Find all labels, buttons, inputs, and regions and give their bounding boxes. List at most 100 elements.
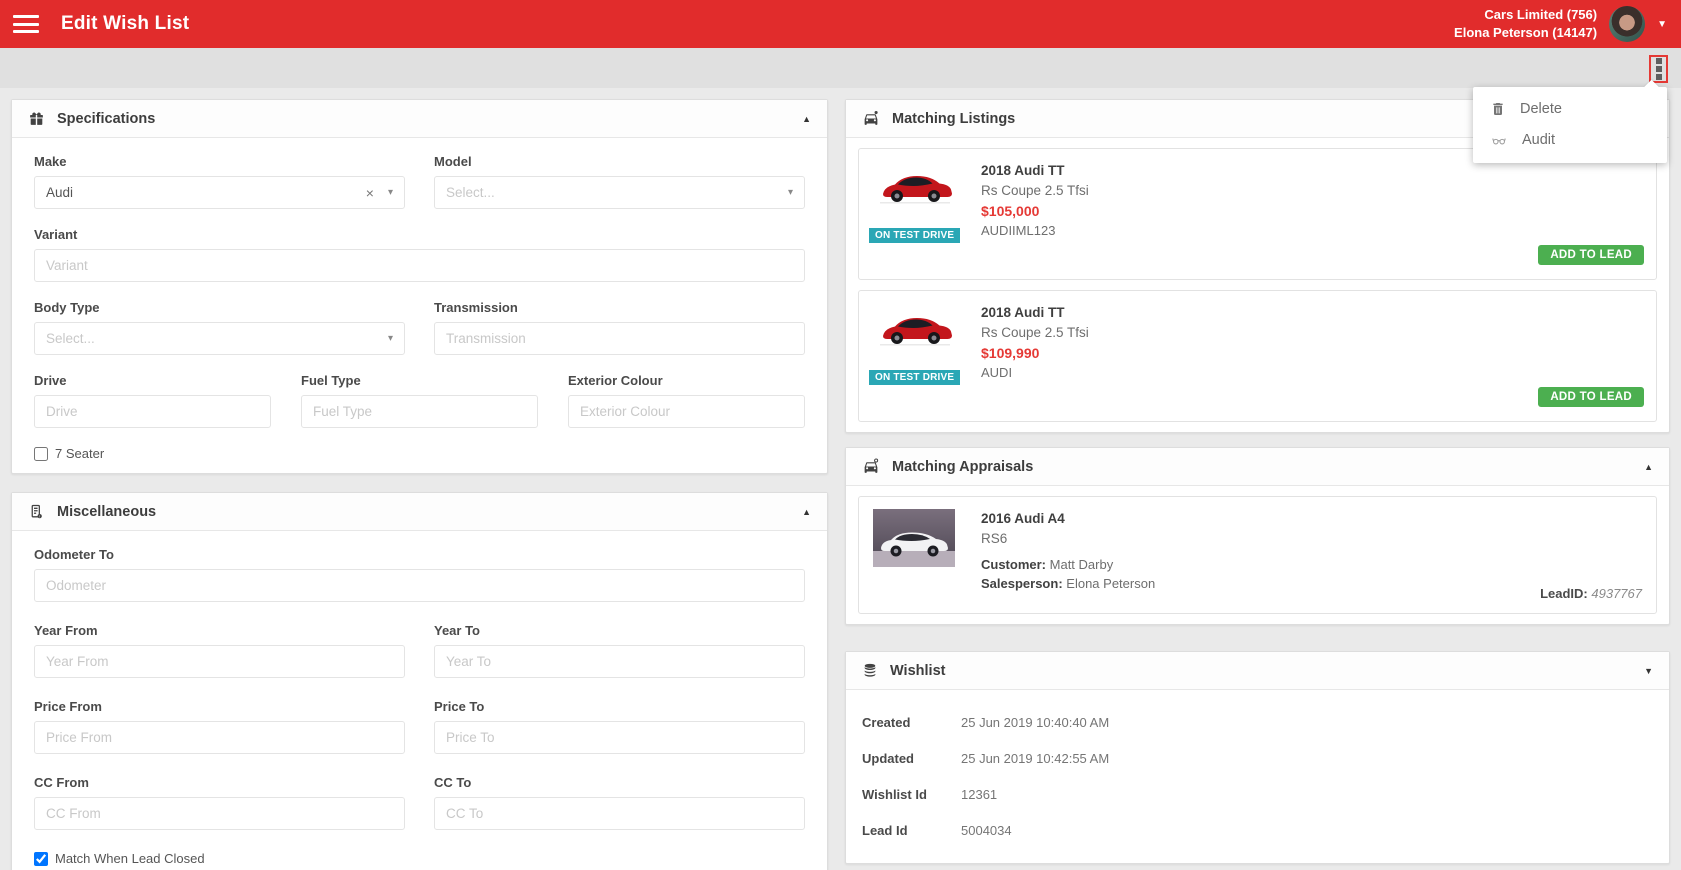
match-when-lead-closed-checkbox[interactable] (34, 851, 48, 866)
right-column: Matching Listings ON TEST DRIVE 2018 Aud… (845, 99, 1670, 864)
match-when-lead-closed-label: Match When Lead Closed (55, 851, 205, 866)
menu-item-label: Audit (1522, 131, 1556, 148)
body-type-placeholder: Select... (46, 331, 95, 346)
gift-icon (30, 112, 43, 125)
account-name: Cars Limited (756) (1484, 7, 1598, 22)
make-select[interactable]: Audi × ▾ (34, 176, 405, 209)
wishlist-row-value: 12361 (961, 786, 998, 802)
glasses-icon (1492, 137, 1506, 144)
collapse-down-icon[interactable]: ▼ (1644, 666, 1653, 676)
drive-input[interactable] (34, 395, 271, 428)
price-to-label: Price To (434, 699, 485, 714)
year-from-input[interactable] (34, 645, 405, 678)
make-label: Make (34, 154, 67, 169)
on-test-drive-badge: ON TEST DRIVE (869, 228, 961, 243)
exterior-colour-label: Exterior Colour (568, 373, 663, 388)
wishlist-row-value: 5004034 (961, 822, 1012, 838)
wishlist-panel: Wishlist ▼ Created 25 Jun 2019 10:40:40 … (845, 651, 1670, 864)
listing-title: 2018 Audi TT (981, 163, 1065, 178)
more-options-button[interactable] (1649, 55, 1668, 83)
clear-icon[interactable]: × (366, 185, 374, 201)
wishlist-panel-header[interactable]: Wishlist ▼ (846, 652, 1669, 690)
user-block: Cars Limited (756) Elona Peterson (14147… (1454, 6, 1681, 42)
toolbar (0, 48, 1681, 88)
miscellaneous-panel-header[interactable]: i Miscellaneous ▲ (12, 493, 827, 531)
dropdown-caret-icon[interactable]: ▾ (388, 333, 393, 344)
panel-title: Matching Appraisals (892, 458, 1034, 475)
specifications-panel-header[interactable]: Specifications ▲ (12, 100, 827, 138)
listing-subtitle: Rs Coupe 2.5 Tfsi (981, 183, 1089, 198)
listing-stock-code: AUDIIML123 (981, 223, 1056, 238)
listing-card: ON TEST DRIVE 2018 Audi TT Rs Coupe 2.5 … (858, 290, 1657, 422)
variant-label: Variant (34, 227, 78, 242)
make-value: Audi (46, 185, 74, 200)
transmission-input[interactable] (434, 322, 805, 355)
year-to-input[interactable] (434, 645, 805, 678)
user-avatar[interactable] (1609, 6, 1646, 42)
add-to-lead-button[interactable]: ADD TO LEAD (1538, 245, 1644, 265)
add-to-lead-button[interactable]: ADD TO LEAD (1538, 387, 1644, 407)
seven-seater-checkbox[interactable] (34, 446, 48, 461)
listing-photo[interactable] (873, 303, 955, 355)
wishlist-stack-icon (864, 663, 876, 677)
matching-appraisals-panel-header[interactable]: Matching Appraisals ▲ (846, 448, 1669, 486)
transmission-label: Transmission (434, 300, 518, 315)
listing-price: $105,000 (981, 203, 1040, 219)
panel-title: Miscellaneous (57, 503, 157, 520)
cc-from-label: CC From (34, 775, 89, 790)
dropdown-caret-icon[interactable]: ▾ (388, 187, 393, 198)
wishlist-row-label: Wishlist Id (862, 786, 927, 802)
model-select[interactable]: Select... ▾ (434, 176, 805, 209)
collapse-up-icon[interactable]: ▲ (802, 507, 811, 517)
context-menu: Delete Audit (1473, 79, 1667, 163)
trash-icon (1493, 102, 1503, 115)
cc-from-input[interactable] (34, 797, 405, 830)
year-from-label: Year From (34, 623, 98, 638)
fuel-type-label: Fuel Type (301, 373, 361, 388)
dropdown-caret-icon[interactable]: ▾ (788, 187, 793, 198)
seven-seater-option: 7 Seater (34, 446, 805, 461)
miscellaneous-panel: i Miscellaneous ▲ Odometer To Year From … (11, 492, 828, 870)
wishlist-row: Wishlist Id 12361 (862, 776, 1653, 812)
menu-item-label: Delete (1520, 100, 1562, 117)
cc-to-label: CC To (434, 775, 472, 790)
match-when-lead-closed-option: Match When Lead Closed (34, 851, 805, 866)
appraisal-customer: Customer: Matt Darby (981, 557, 1114, 572)
listing-card: ON TEST DRIVE 2018 Audi TT Rs Coupe 2.5 … (858, 148, 1657, 280)
user-menu-caret-icon[interactable]: ▼ (1657, 19, 1667, 30)
year-to-label: Year To (434, 623, 481, 638)
wishlist-row-value: 25 Jun 2019 10:42:55 AM (961, 750, 1110, 766)
appraisal-lead-id: LeadID: 4937767 (1540, 586, 1642, 601)
odometer-to-label: Odometer To (34, 547, 114, 562)
fuel-type-input[interactable] (301, 395, 538, 428)
wishlist-row: Lead Id 5004034 (862, 812, 1653, 848)
specifications-panel: Specifications ▲ Make Audi × ▾ Model Sel… (11, 99, 828, 474)
hamburger-menu-icon[interactable] (13, 15, 39, 33)
price-to-input[interactable] (434, 721, 805, 754)
body-type-select[interactable]: Select... ▾ (34, 322, 405, 355)
model-label: Model (434, 154, 472, 169)
variant-input[interactable] (34, 249, 805, 282)
odometer-input[interactable] (34, 569, 805, 602)
exterior-colour-input[interactable] (568, 395, 805, 428)
listing-title: 2018 Audi TT (981, 305, 1065, 320)
matching-appraisals-panel: Matching Appraisals ▲ 2016 Audi A4 RS6 C… (845, 447, 1670, 625)
collapse-up-icon[interactable]: ▲ (1644, 462, 1653, 472)
cc-to-input[interactable] (434, 797, 805, 830)
panel-title: Specifications (57, 110, 156, 127)
appraisal-title: 2016 Audi A4 (981, 511, 1065, 526)
menu-item-audit[interactable]: Audit (1473, 124, 1667, 155)
price-from-input[interactable] (34, 721, 405, 754)
panel-title: Wishlist (890, 662, 946, 679)
collapse-up-icon[interactable]: ▲ (802, 114, 811, 124)
wishlist-row-label: Lead Id (862, 822, 908, 838)
listing-photo[interactable] (873, 161, 955, 213)
menu-item-delete[interactable]: Delete (1473, 93, 1667, 124)
seven-seater-label: 7 Seater (55, 446, 105, 461)
wishlist-row: Updated 25 Jun 2019 10:42:55 AM (862, 740, 1653, 776)
listing-price: $109,990 (981, 345, 1040, 361)
model-placeholder: Select... (446, 185, 495, 200)
appraisal-card: 2016 Audi A4 RS6 Customer: Matt Darby Sa… (858, 496, 1657, 614)
wishlist-row-value: 25 Jun 2019 10:40:40 AM (961, 714, 1110, 730)
appraisal-photo[interactable] (873, 509, 955, 567)
